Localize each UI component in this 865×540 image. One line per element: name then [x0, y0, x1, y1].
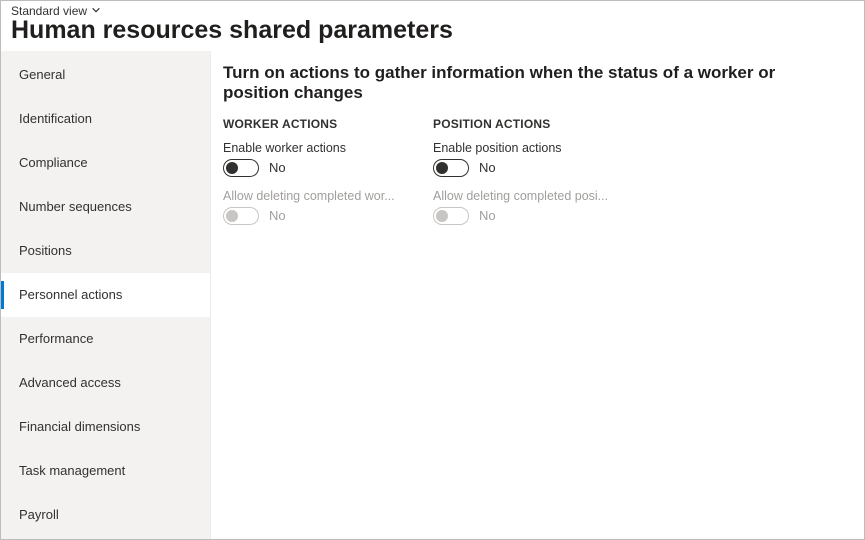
sidebar-item-label: Identification	[19, 111, 92, 126]
sidebar-item-number-sequences[interactable]: Number sequences	[1, 185, 210, 229]
sidebar-item-identification[interactable]: Identification	[1, 97, 210, 141]
main: Turn on actions to gather information wh…	[211, 51, 864, 540]
columns: WORKER ACTIONS Enable worker actions No …	[223, 117, 846, 237]
window: Standard view Human resources shared par…	[0, 0, 865, 540]
header: Standard view Human resources shared par…	[1, 1, 864, 51]
toggle-row: No	[223, 207, 403, 225]
sidebar-item-task-management[interactable]: Task management	[1, 449, 210, 493]
worker-section-label: WORKER ACTIONS	[223, 117, 403, 131]
allow-delete-position-toggle	[433, 207, 469, 225]
allow-delete-worker-label: Allow deleting completed wor...	[223, 189, 403, 203]
sidebar-item-label: Payroll	[19, 507, 59, 522]
sidebar-item-advanced-access[interactable]: Advanced access	[1, 361, 210, 405]
allow-delete-worker-value: No	[269, 208, 286, 223]
sidebar-item-label: Compliance	[19, 155, 88, 170]
sidebar-item-performance[interactable]: Performance	[1, 317, 210, 361]
allow-delete-worker-toggle	[223, 207, 259, 225]
toggle-row: No	[223, 159, 403, 177]
enable-worker-actions-toggle[interactable]	[223, 159, 259, 177]
sidebar-item-general[interactable]: General	[1, 53, 210, 97]
sidebar-item-label: Positions	[19, 243, 72, 258]
enable-worker-actions-field: Enable worker actions No	[223, 141, 403, 177]
position-section-label: POSITION ACTIONS	[433, 117, 613, 131]
enable-position-actions-value: No	[479, 160, 496, 175]
page-title: Human resources shared parameters	[11, 16, 854, 45]
main-heading: Turn on actions to gather information wh…	[223, 63, 846, 103]
allow-delete-position-label: Allow deleting completed posi...	[433, 189, 613, 203]
position-actions-section: POSITION ACTIONS Enable position actions…	[433, 117, 613, 237]
sidebar-item-label: Number sequences	[19, 199, 132, 214]
allow-delete-worker-field: Allow deleting completed wor... No	[223, 189, 403, 225]
sidebar-item-payroll[interactable]: Payroll	[1, 493, 210, 537]
sidebar-item-financial-dimensions[interactable]: Financial dimensions	[1, 405, 210, 449]
sidebar-item-personnel-actions[interactable]: Personnel actions	[1, 273, 210, 317]
allow-delete-position-field: Allow deleting completed posi... No	[433, 189, 613, 225]
sidebar-item-label: Task management	[19, 463, 125, 478]
sidebar-item-label: Performance	[19, 331, 93, 346]
body: General Identification Compliance Number…	[1, 51, 864, 540]
sidebar-item-label: General	[19, 67, 65, 82]
enable-worker-actions-label: Enable worker actions	[223, 141, 403, 155]
enable-position-actions-label: Enable position actions	[433, 141, 613, 155]
toggle-row: No	[433, 207, 613, 225]
worker-actions-section: WORKER ACTIONS Enable worker actions No …	[223, 117, 403, 237]
sidebar-item-compliance[interactable]: Compliance	[1, 141, 210, 185]
allow-delete-position-value: No	[479, 208, 496, 223]
sidebar-item-label: Advanced access	[19, 375, 121, 390]
enable-position-actions-toggle[interactable]	[433, 159, 469, 177]
sidebar: General Identification Compliance Number…	[1, 51, 211, 540]
enable-worker-actions-value: No	[269, 160, 286, 175]
sidebar-item-label: Financial dimensions	[19, 419, 140, 434]
enable-position-actions-field: Enable position actions No	[433, 141, 613, 177]
sidebar-item-positions[interactable]: Positions	[1, 229, 210, 273]
toggle-row: No	[433, 159, 613, 177]
sidebar-item-label: Personnel actions	[19, 287, 122, 302]
